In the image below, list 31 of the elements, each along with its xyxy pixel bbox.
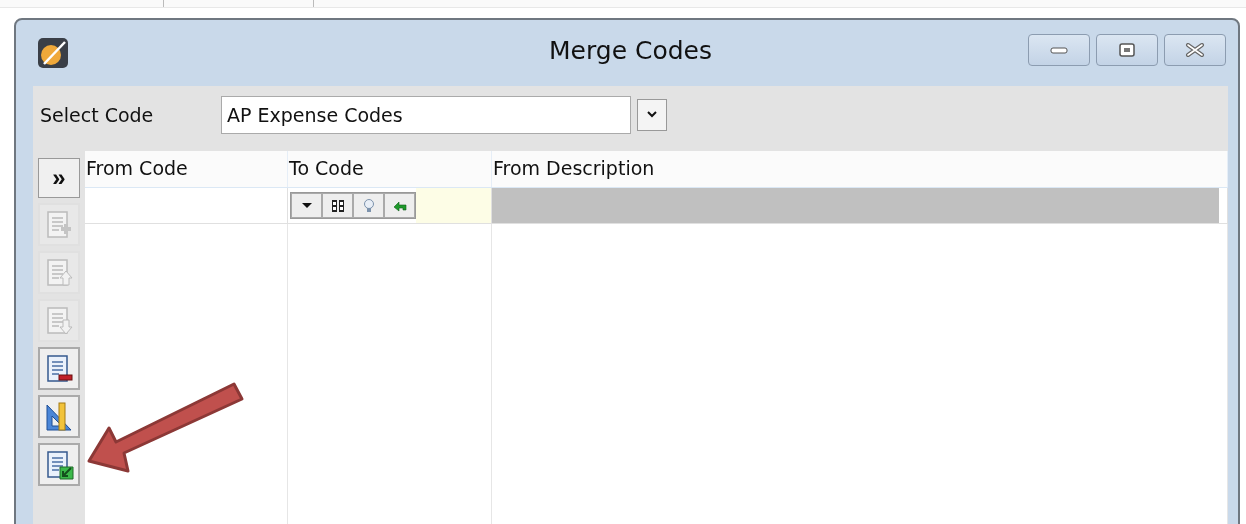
document-arrow-icon bbox=[44, 448, 74, 481]
close-icon bbox=[1184, 43, 1206, 57]
expand-button[interactable]: » bbox=[38, 158, 80, 198]
document-plus-icon bbox=[44, 208, 74, 241]
column-header[interactable]: From Description bbox=[492, 151, 1228, 187]
app-logo-icon bbox=[38, 38, 68, 68]
ruler-triangle-icon bbox=[44, 400, 74, 433]
dropdown-arrow-button[interactable] bbox=[291, 193, 322, 218]
minimize-button[interactable] bbox=[1028, 34, 1090, 66]
filter-input-field[interactable] bbox=[416, 188, 491, 223]
document-down-arrow-icon bbox=[44, 304, 74, 337]
minimize-icon bbox=[1049, 45, 1069, 55]
undo-button[interactable] bbox=[384, 193, 415, 218]
chevron-down-icon bbox=[647, 111, 657, 118]
select-code-field[interactable]: AP Expense Codes bbox=[221, 95, 631, 134]
remove-button[interactable] bbox=[38, 347, 80, 390]
binoculars-button[interactable] bbox=[322, 193, 353, 218]
maximize-icon bbox=[1118, 43, 1136, 57]
column-header[interactable]: From Code bbox=[85, 151, 288, 187]
close-button[interactable] bbox=[1164, 34, 1226, 66]
ruler-button[interactable] bbox=[38, 395, 80, 438]
window-title: Merge Codes bbox=[549, 36, 712, 65]
triangle-down-icon bbox=[301, 203, 312, 208]
binoculars-icon bbox=[329, 197, 346, 214]
maximize-button[interactable] bbox=[1096, 34, 1158, 66]
column-header[interactable]: To Code bbox=[288, 151, 492, 187]
document-minus-icon bbox=[44, 352, 74, 385]
export-button[interactable] bbox=[38, 443, 80, 486]
dropdown-button[interactable] bbox=[637, 98, 667, 131]
document-up-arrow-icon bbox=[44, 256, 74, 289]
select-code-label: Select Code bbox=[40, 103, 155, 126]
